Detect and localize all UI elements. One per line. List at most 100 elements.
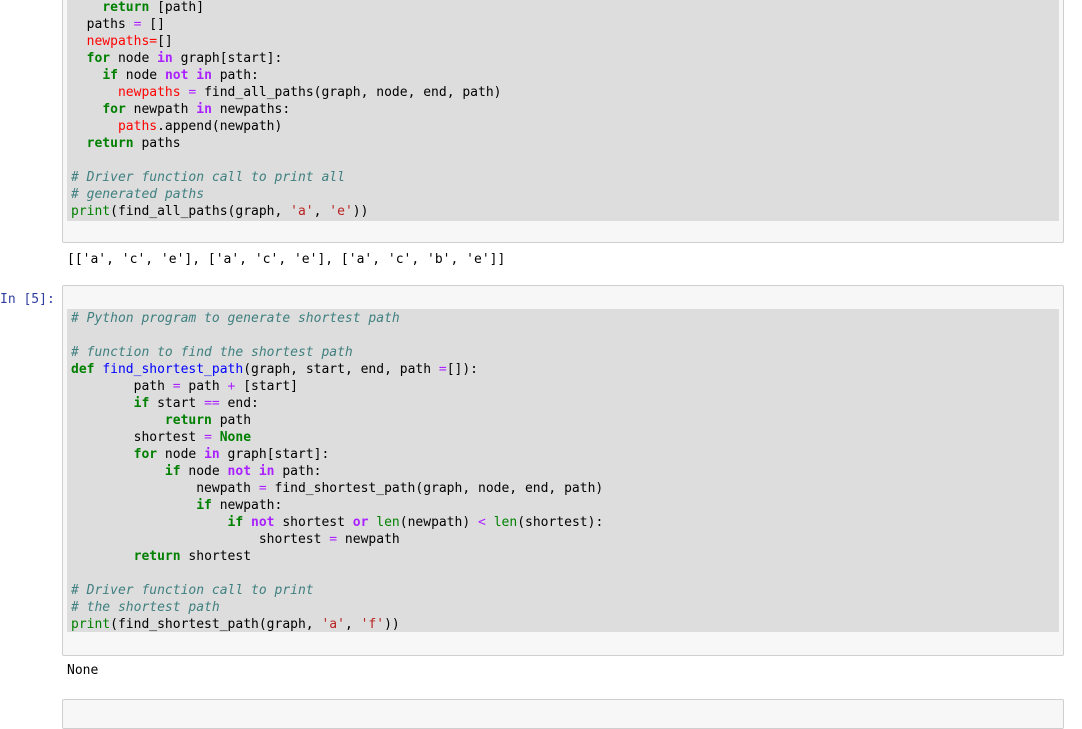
code-token: find_shortest_path	[102, 362, 244, 377]
code-token: 'a'	[321, 617, 345, 632]
code-editor-2[interactable]: # Python program to generate shortest pa…	[67, 309, 1059, 632]
code-line: # Driver function call to print	[71, 582, 603, 599]
code-token: 'f'	[360, 617, 385, 632]
code-token: in	[258, 464, 275, 479]
code-token: node	[117, 68, 165, 83]
code-line: if start == end:	[71, 395, 603, 412]
code-token: end:	[219, 396, 259, 411]
code-token: not	[251, 515, 275, 530]
code-line: if node not in path:	[71, 67, 502, 84]
code-token: ,	[313, 204, 330, 219]
code-line: # the shortest path	[71, 599, 603, 616]
code-line: print(find_all_paths(graph, 'a', 'e'))	[71, 203, 502, 220]
code-token: if	[227, 515, 244, 530]
code-text-2[interactable]: # Python program to generate shortest pa…	[71, 310, 603, 633]
code-line: if not shortest or len(newpath) < len(sh…	[71, 514, 604, 531]
code-token: [start]	[235, 379, 298, 394]
code-token: find_shortest_path(graph, node, end, pat…	[266, 481, 604, 496]
code-token: ))	[352, 204, 369, 219]
code-line: paths.append(newpath)	[71, 118, 502, 135]
cell-output-2: None	[67, 663, 99, 678]
code-token: ==	[204, 396, 220, 411]
code-cell-1[interactable]: return [path] paths = [] newpaths=[] for…	[62, 0, 1064, 243]
code-token: in	[196, 68, 212, 83]
code-token: newpath	[125, 102, 197, 117]
code-token: newpath	[337, 532, 400, 547]
code-token: =	[172, 379, 181, 394]
code-token: len	[493, 515, 518, 530]
code-token: return	[133, 549, 181, 564]
code-token: graph[start]:	[219, 447, 330, 462]
code-token: # generated paths	[71, 187, 205, 202]
code-token: # Driver function call to print all	[71, 170, 345, 185]
code-token: paths	[117, 119, 158, 134]
code-token: len	[376, 515, 400, 530]
code-line: paths = []	[71, 16, 502, 33]
code-line: # function to find the shortest path	[71, 344, 603, 361]
code-token: node	[157, 447, 205, 462]
code-token: newpath	[71, 481, 259, 496]
code-token: paths	[133, 136, 181, 151]
code-token: return	[86, 136, 134, 151]
cell-prompt-2: In [5]:	[0, 292, 55, 307]
code-token: path:	[211, 68, 259, 83]
code-line: # Python program to generate shortest pa…	[71, 310, 603, 327]
code-token: =	[438, 362, 447, 377]
code-editor-1[interactable]: return [path] paths = [] newpaths=[] for…	[67, 0, 1059, 221]
code-token: (shortest):	[517, 515, 604, 530]
code-line: return path	[71, 412, 603, 429]
code-token: []):	[446, 362, 479, 377]
code-token: return	[164, 413, 212, 428]
code-token: (graph, start, end, path	[243, 362, 439, 377]
code-token: =	[204, 430, 212, 445]
code-line: newpaths = find_all_paths(graph, node, e…	[71, 84, 502, 101]
code-token: in	[196, 102, 212, 117]
code-token: for	[102, 102, 126, 117]
code-token: # Driver function call to print	[71, 583, 314, 598]
code-token: newpaths:	[211, 102, 291, 117]
code-token: (newpath)	[399, 515, 479, 530]
code-token: not	[227, 464, 252, 479]
code-token: .append(newpath)	[157, 119, 283, 134]
code-token: ,	[344, 617, 361, 632]
code-token: 'a'	[290, 204, 314, 219]
code-text-1[interactable]: return [path] paths = [] newpaths=[] for…	[71, 0, 502, 220]
code-token: in	[204, 447, 220, 462]
code-line: # Driver function call to print all	[71, 169, 502, 186]
code-line: def find_shortest_path(graph, start, end…	[71, 361, 603, 378]
code-cell-2[interactable]: # Python program to generate shortest pa…	[62, 285, 1064, 656]
code-line: if node not in path:	[71, 463, 603, 480]
code-token: for	[86, 51, 111, 66]
code-token: if	[102, 68, 118, 83]
code-token: newpaths	[117, 85, 181, 100]
code-token: shortest	[274, 515, 353, 530]
code-token: if	[133, 396, 150, 411]
code-line: if newpath:	[71, 497, 603, 514]
code-token: newpaths=	[86, 34, 158, 49]
code-token: print	[71, 617, 111, 632]
code-token: ))	[384, 617, 400, 632]
code-line: # generated paths	[71, 186, 502, 203]
code-line: return paths	[71, 135, 502, 152]
code-token: shortest	[71, 532, 330, 547]
code-token: paths	[71, 17, 134, 32]
code-line: for node in graph[start]:	[71, 50, 502, 67]
code-cell-3[interactable]	[62, 699, 1064, 729]
code-token: path	[180, 379, 228, 394]
code-token: graph[start]:	[172, 51, 283, 66]
code-token: (find_all_paths(graph,	[110, 204, 291, 219]
